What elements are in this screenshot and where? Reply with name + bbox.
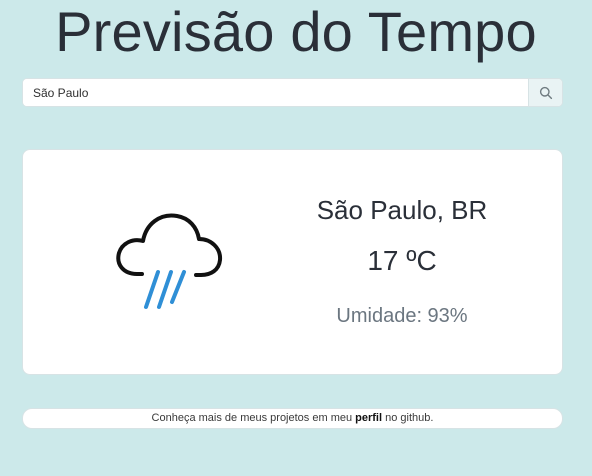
city-name: São Paulo, BR xyxy=(316,195,488,225)
search-icon xyxy=(539,86,552,99)
humidity: Umidade: 93% xyxy=(336,305,468,327)
footer-text-before: Conheça mais de meus projetos em meu xyxy=(151,412,356,424)
temperature: 17 ºC xyxy=(367,245,437,276)
search-button[interactable] xyxy=(528,79,562,106)
profile-link[interactable]: perfil xyxy=(355,412,382,424)
search-bar xyxy=(22,78,563,107)
footer: Conheça mais de meus projetos em meu per… xyxy=(22,408,563,429)
footer-text-after: no github. xyxy=(382,412,434,424)
weather-info: São Paulo, BR 17 ºC Umidade: 93% xyxy=(277,150,527,376)
rain-cloud-icon xyxy=(116,213,223,309)
city-search-input[interactable] xyxy=(23,79,528,106)
weather-card: São Paulo, BR 17 ºC Umidade: 93% xyxy=(22,149,563,375)
page-title: Previsão do Tempo xyxy=(55,0,537,63)
